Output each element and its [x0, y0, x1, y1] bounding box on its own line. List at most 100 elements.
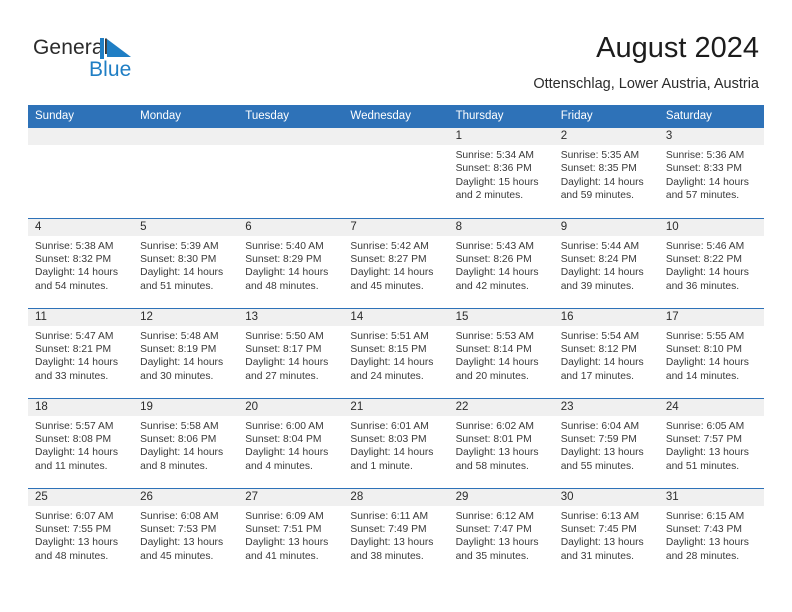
calendar-page: General Blue August 2024 Ottenschlag, Lo…	[0, 0, 792, 612]
day-details: Sunrise: 5:42 AM Sunset: 8:27 PM Daylight:…	[343, 236, 448, 294]
calendar-day-cell[interactable]: 6 Sunrise: 5:40 AM Sunset: 8:29 PM Daylight…	[238, 217, 344, 308]
sunset-text: Sunset: 7:43 PM	[665, 523, 742, 535]
sunrise-text: Sunrise: 5:55 AM	[665, 330, 745, 342]
calendar-week-row: 18 Sunrise: 5:57 AM Sunset: 8:08 PM Dayligh…	[28, 397, 764, 488]
day-number: 10	[658, 218, 764, 236]
calendar-day-cell[interactable]: 12 Sunrise: 5:48 AM Sunset: 8:19 PM Dayligh…	[133, 307, 239, 398]
daylight-text-line1: Daylight: 13 hours	[140, 537, 224, 549]
daylight-text-line2: and 42 minutes.	[455, 280, 529, 292]
day-cell-content: 10 Sunrise: 5:46 AM Sunset: 8:22 PM Dayligh…	[658, 218, 764, 308]
sunrise-text: Sunrise: 5:40 AM	[245, 240, 324, 252]
day-number	[343, 128, 449, 145]
day-number: 1	[448, 128, 554, 145]
calendar-day-cell[interactable]: 9 Sunrise: 5:44 AM Sunset: 8:24 PM Daylight…	[553, 217, 659, 308]
day-cell-content: 25 Sunrise: 6:07 AM Sunset: 7:55 PM Dayligh…	[28, 488, 134, 579]
daylight-text-line1: Daylight: 13 hours	[665, 447, 749, 459]
sunset-text: Sunset: 8:32 PM	[35, 253, 112, 265]
calendar-day-cell[interactable]: 10 Sunrise: 5:46 AM Sunset: 8:22 PM Dayligh…	[658, 217, 764, 308]
calendar-day-cell[interactable]: 19 Sunrise: 5:58 AM Sunset: 8:06 PM Dayligh…	[133, 397, 239, 488]
sunrise-text: Sunrise: 6:15 AM	[665, 510, 745, 522]
calendar-day-cell[interactable]: 23 Sunrise: 6:04 AM Sunset: 7:59 PM Dayligh…	[553, 397, 659, 488]
sunrise-text: Sunrise: 5:39 AM	[140, 240, 219, 252]
day-number: 24	[658, 398, 764, 416]
day-number	[238, 128, 344, 145]
calendar-day-cell[interactable]: 14 Sunrise: 5:51 AM Sunset: 8:15 PM Dayligh…	[343, 307, 449, 398]
daylight-text-line2: and 55 minutes.	[560, 460, 634, 472]
daylight-text-line2: and 17 minutes.	[560, 370, 634, 382]
calendar-day-cell[interactable]: 3 Sunrise: 5:36 AM Sunset: 8:33 PM Daylight…	[658, 128, 764, 218]
sunset-text: Sunset: 8:15 PM	[350, 343, 427, 355]
calendar-day-cell[interactable]: 17 Sunrise: 5:55 AM Sunset: 8:10 PM Dayligh…	[658, 307, 764, 398]
calendar-day-cell[interactable]: 29 Sunrise: 6:12 AM Sunset: 7:47 PM Dayligh…	[448, 487, 554, 579]
sunset-text: Sunset: 7:51 PM	[245, 523, 322, 535]
calendar-day-cell[interactable]: 4 Sunrise: 5:38 AM Sunset: 8:32 PM Daylight…	[28, 217, 134, 308]
day-cell-content	[238, 128, 344, 218]
calendar-day-cell[interactable]: 22 Sunrise: 6:02 AM Sunset: 8:01 PM Dayligh…	[448, 397, 554, 488]
calendar-day-cell[interactable]: 18 Sunrise: 5:57 AM Sunset: 8:08 PM Dayligh…	[28, 397, 134, 488]
day-number: 26	[133, 488, 239, 506]
sunrise-text: Sunrise: 6:11 AM	[350, 510, 429, 522]
daylight-text-line1: Daylight: 14 hours	[350, 267, 434, 279]
calendar-day-cell[interactable]: 24 Sunrise: 6:05 AM Sunset: 7:57 PM Dayligh…	[658, 397, 764, 488]
day-number: 28	[343, 488, 449, 506]
sunrise-text: Sunrise: 6:07 AM	[35, 510, 114, 522]
daylight-text-line1: Daylight: 14 hours	[350, 357, 434, 369]
daylight-text-line2: and 14 minutes.	[665, 370, 740, 382]
day-cell-content: 29 Sunrise: 6:12 AM Sunset: 7:47 PM Dayligh…	[448, 488, 554, 579]
day-number: 23	[553, 398, 659, 416]
day-details: Sunrise: 5:47 AM Sunset: 8:21 PM Daylight:…	[28, 326, 133, 384]
sunset-text: Sunset: 7:47 PM	[455, 523, 532, 535]
calendar-day-cell[interactable]: 31 Sunrise: 6:15 AM Sunset: 7:43 PM Dayligh…	[658, 487, 764, 578]
calendar-day-cell[interactable]: 25 Sunrise: 6:07 AM Sunset: 7:55 PM Dayligh…	[28, 487, 134, 579]
sunrise-sunset-calendar: Sunday Monday Tuesday Wednesday Thursday…	[28, 105, 764, 578]
day-details: Sunrise: 6:00 AM Sunset: 8:04 PM Daylight:…	[238, 416, 343, 474]
day-cell-content: 21 Sunrise: 6:01 AM Sunset: 8:03 PM Dayligh…	[343, 398, 449, 488]
daylight-text-line2: and 45 minutes.	[350, 280, 424, 292]
calendar-day-cell[interactable]: 5 Sunrise: 5:39 AM Sunset: 8:30 PM Daylight…	[133, 217, 239, 308]
sunrise-text: Sunrise: 5:36 AM	[665, 150, 745, 161]
day-cell-content: 7 Sunrise: 5:42 AM Sunset: 8:27 PM Daylight…	[343, 218, 449, 308]
daylight-text-line1: Daylight: 14 hours	[560, 267, 644, 279]
day-details: Sunrise: 5:53 AM Sunset: 8:14 PM Daylight:…	[449, 326, 554, 384]
day-details: Sunrise: 5:55 AM Sunset: 8:10 PM Daylight:…	[659, 326, 764, 384]
sunrise-text: Sunrise: 6:04 AM	[560, 420, 640, 432]
daylight-text-line2: and 41 minutes.	[245, 550, 319, 562]
calendar-day-cell[interactable]: 20 Sunrise: 6:00 AM Sunset: 8:04 PM Dayligh…	[238, 397, 344, 488]
calendar-day-cell[interactable]: 26 Sunrise: 6:08 AM Sunset: 7:53 PM Dayligh…	[133, 487, 239, 578]
brand-logo[interactable]: General Blue	[33, 36, 243, 92]
calendar-day-cell[interactable]: 21 Sunrise: 6:01 AM Sunset: 8:03 PM Dayligh…	[343, 397, 449, 488]
sunrise-text: Sunrise: 5:58 AM	[140, 420, 219, 432]
daylight-text-line2: and 8 minutes.	[140, 460, 208, 472]
day-cell-content: 17 Sunrise: 5:55 AM Sunset: 8:10 PM Dayligh…	[658, 308, 764, 398]
calendar-week-row: 4 Sunrise: 5:38 AM Sunset: 8:32 PM Daylight…	[28, 217, 764, 308]
daylight-text-line1: Daylight: 14 hours	[350, 447, 434, 459]
daylight-text-line2: and 30 minutes.	[140, 370, 214, 382]
calendar-day-cell[interactable]: 15 Sunrise: 5:53 AM Sunset: 8:14 PM Dayligh…	[448, 307, 554, 398]
day-number: 13	[238, 308, 344, 326]
calendar-day-cell[interactable]: 2 Sunrise: 5:35 AM Sunset: 8:35 PM Daylight…	[553, 128, 659, 218]
calendar-day-cell[interactable]: 7 Sunrise: 5:42 AM Sunset: 8:27 PM Daylight…	[343, 217, 449, 308]
day-number: 18	[28, 398, 134, 416]
day-details: Sunrise: 5:54 AM Sunset: 8:12 PM Daylight:…	[554, 326, 659, 384]
sunrise-text: Sunrise: 5:44 AM	[560, 240, 640, 252]
calendar-day-cell[interactable]: 8 Sunrise: 5:43 AM Sunset: 8:26 PM Daylight…	[448, 217, 554, 308]
calendar-day-cell[interactable]: 11 Sunrise: 5:47 AM Sunset: 8:21 PM Dayligh…	[28, 307, 134, 398]
sunset-text: Sunset: 7:59 PM	[560, 433, 637, 445]
sunset-text: Sunset: 8:06 PM	[140, 433, 217, 445]
sunrise-text: Sunrise: 6:05 AM	[665, 420, 745, 432]
daylight-text-line2: and 58 minutes.	[455, 460, 529, 472]
sunset-text: Sunset: 8:21 PM	[35, 343, 112, 355]
calendar-day-cell[interactable]: 13 Sunrise: 5:50 AM Sunset: 8:17 PM Dayligh…	[238, 307, 344, 398]
calendar-day-cell[interactable]: 30 Sunrise: 6:13 AM Sunset: 7:45 PM Dayligh…	[553, 487, 659, 578]
daylight-text-line1: Daylight: 14 hours	[140, 447, 224, 459]
calendar-day-cell[interactable]: 16 Sunrise: 5:54 AM Sunset: 8:12 PM Dayligh…	[553, 307, 659, 398]
calendar-day-cell[interactable]: 1 Sunrise: 5:34 AM Sunset: 8:36 PM Daylight…	[448, 128, 554, 218]
daylight-text-line2: and 20 minutes.	[455, 370, 529, 382]
day-cell-content: 13 Sunrise: 5:50 AM Sunset: 8:17 PM Dayligh…	[238, 308, 344, 398]
day-details: Sunrise: 5:44 AM Sunset: 8:24 PM Daylight:…	[554, 236, 659, 294]
daylight-text-line2: and 2 minutes.	[455, 190, 524, 202]
daylight-text-line1: Daylight: 14 hours	[455, 267, 539, 279]
day-details: Sunrise: 5:43 AM Sunset: 8:26 PM Daylight:…	[449, 236, 554, 294]
calendar-day-cell[interactable]: 27 Sunrise: 6:09 AM Sunset: 7:51 PM Dayligh…	[238, 487, 344, 578]
calendar-day-cell[interactable]: 28 Sunrise: 6:11 AM Sunset: 7:49 PM Dayligh…	[343, 487, 449, 578]
